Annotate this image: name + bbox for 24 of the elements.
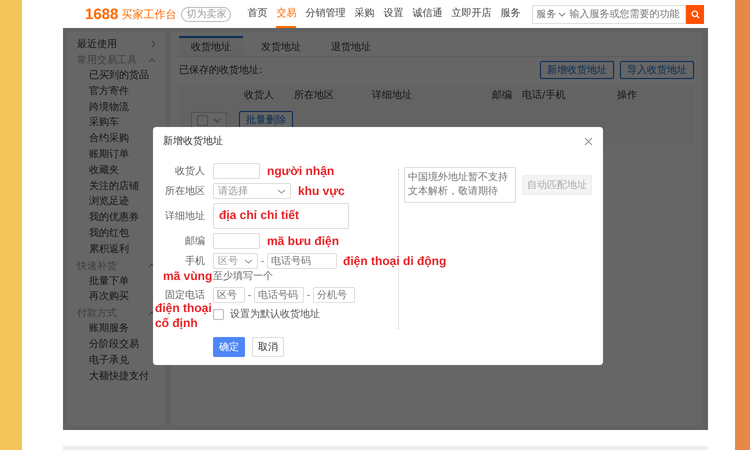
hint-text: 至少填写一个 (213, 270, 273, 283)
annotation-text: mã bưu điện (267, 234, 340, 248)
field-label: 手机 (184, 254, 206, 268)
column-header: 收货人 (244, 89, 275, 102)
field-label: 详细地址 (164, 210, 206, 223)
saved-addresses-label: 已保存的收货地址: (179, 64, 262, 77)
column-header: 操作 (617, 89, 638, 102)
column-header: 电话/手机 (522, 88, 566, 102)
workbench-title: 买家工作台 (121, 6, 176, 22)
field-label: 固定电话 (164, 288, 206, 302)
annotation-text: người nhận (267, 164, 334, 178)
field-label: 所在地区 (164, 184, 206, 198)
column-header: 详细地址 (372, 88, 413, 102)
annotation-text: điện thoại cố định (155, 301, 213, 331)
checkbox-label: 设置为默认收货地址 (230, 308, 320, 321)
annotation-text: mã vùng (163, 269, 212, 283)
column-header: 所在地区 (294, 88, 335, 102)
dialog-title: 新增收货地址 (163, 134, 223, 148)
field-label: 收货人 (174, 165, 206, 178)
annotation-text: khu vực (298, 184, 345, 198)
field-label: 邮编 (184, 234, 206, 248)
annotation-text: địa chỉ chi tiết (219, 208, 300, 222)
column-header: 邮编 (492, 88, 513, 102)
annotation-text: điện thoại di động (343, 254, 446, 268)
